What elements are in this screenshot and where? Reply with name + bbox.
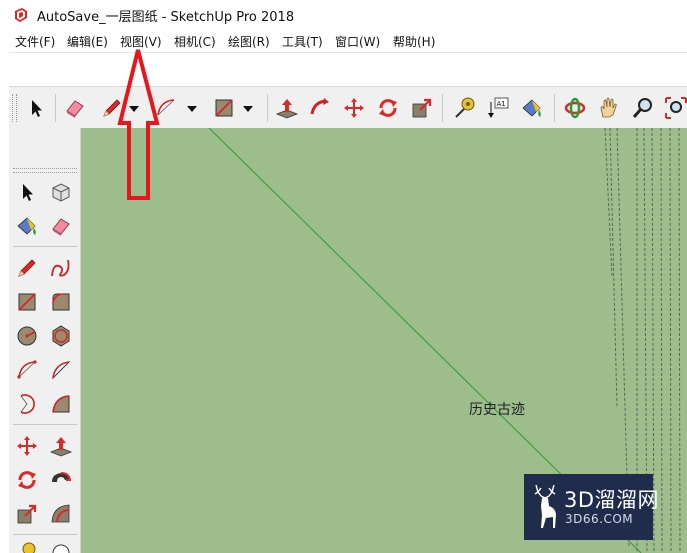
toolbar-separator bbox=[442, 94, 443, 122]
orbit-icon[interactable] bbox=[563, 96, 587, 120]
paint-bucket-icon[interactable] bbox=[520, 96, 544, 120]
circle-icon[interactable] bbox=[15, 324, 39, 348]
select-icon[interactable] bbox=[24, 96, 48, 120]
main-toolbar: A1 bbox=[9, 86, 687, 130]
tape-measure-icon[interactable] bbox=[15, 540, 39, 553]
sketchup-app-icon bbox=[15, 8, 27, 22]
chevron-down-icon[interactable] bbox=[185, 96, 199, 120]
palette-grip[interactable] bbox=[13, 168, 77, 173]
eraser-icon[interactable] bbox=[63, 96, 87, 120]
text-icon[interactable]: A1 bbox=[486, 96, 510, 120]
select-icon[interactable] bbox=[15, 180, 39, 204]
chevron-down-icon[interactable] bbox=[241, 96, 255, 120]
rectangle-icon[interactable] bbox=[15, 290, 39, 314]
follow-me-icon[interactable] bbox=[49, 468, 73, 492]
deer-logo-icon bbox=[534, 484, 556, 528]
move-icon[interactable] bbox=[342, 96, 366, 120]
window-edge bbox=[9, 52, 687, 53]
toolbar-separator bbox=[554, 94, 555, 122]
watermark-url: 3D66.COM bbox=[565, 512, 634, 526]
palette-separator bbox=[13, 246, 77, 247]
menu-bar: 文件(F) 编辑(E) 视图(V) 相机(C) 绘图(R) 工具(T) 窗口(W… bbox=[0, 30, 687, 52]
menu-window[interactable]: 窗口(W) bbox=[335, 33, 380, 50]
menu-edit[interactable]: 编辑(E) bbox=[67, 33, 108, 50]
menu-draw[interactable]: 绘图(R) bbox=[228, 33, 270, 50]
menu-file[interactable]: 文件(F) bbox=[15, 33, 55, 50]
watermark-brand: 3D溜溜网 bbox=[564, 488, 660, 512]
rotate-icon[interactable] bbox=[376, 96, 400, 120]
menu-camera[interactable]: 相机(C) bbox=[174, 33, 216, 50]
menu-tools[interactable]: 工具(T) bbox=[282, 33, 323, 50]
pan-icon[interactable] bbox=[597, 96, 621, 120]
paint-bucket-icon[interactable] bbox=[15, 214, 39, 238]
polygon-icon[interactable] bbox=[49, 324, 73, 348]
pie-icon[interactable] bbox=[49, 358, 73, 382]
svg-text:A1: A1 bbox=[497, 100, 506, 108]
follow-me-icon[interactable] bbox=[308, 96, 332, 120]
watermark: 3D溜溜网 3D66.COM bbox=[524, 474, 659, 540]
two-point-arc-icon[interactable] bbox=[49, 392, 73, 416]
scale-icon[interactable] bbox=[410, 96, 434, 120]
offset-icon[interactable] bbox=[49, 502, 73, 526]
rectangle-icon[interactable] bbox=[212, 96, 236, 120]
zoom-icon[interactable] bbox=[631, 96, 655, 120]
protractor-icon[interactable] bbox=[49, 540, 73, 553]
zoom-extents-icon[interactable] bbox=[664, 96, 687, 120]
scale-icon[interactable] bbox=[15, 502, 39, 526]
palette-separator bbox=[13, 424, 77, 425]
rotate-icon[interactable] bbox=[15, 468, 39, 492]
tape-measure-icon[interactable] bbox=[452, 96, 476, 120]
menu-help[interactable]: 帮助(H) bbox=[393, 33, 435, 50]
model-text-label: 历史古迹 bbox=[469, 402, 525, 418]
rotated-rectangle-icon[interactable] bbox=[49, 290, 73, 314]
move-icon[interactable] bbox=[15, 434, 39, 458]
eraser-icon[interactable] bbox=[49, 214, 73, 238]
pencil-icon[interactable] bbox=[15, 256, 39, 280]
title-bar: AutoSave_一层图纸 - SketchUp Pro 2018 bbox=[0, 0, 687, 30]
toolbar-grip[interactable] bbox=[12, 94, 17, 122]
annotation-arrow bbox=[117, 49, 160, 200]
arc-icon[interactable] bbox=[15, 358, 39, 382]
palette-separator bbox=[13, 534, 77, 535]
push-pull-icon[interactable] bbox=[49, 434, 73, 458]
push-pull-icon[interactable] bbox=[275, 96, 299, 120]
toolbar-separator bbox=[267, 94, 268, 122]
tool-palette bbox=[9, 128, 81, 553]
component-icon[interactable] bbox=[49, 180, 73, 204]
three-point-arc-icon[interactable] bbox=[15, 392, 39, 416]
window-title: AutoSave_一层图纸 - SketchUp Pro 2018 bbox=[37, 10, 295, 25]
freehand-icon[interactable] bbox=[49, 256, 73, 280]
toolbar-separator bbox=[55, 94, 56, 122]
